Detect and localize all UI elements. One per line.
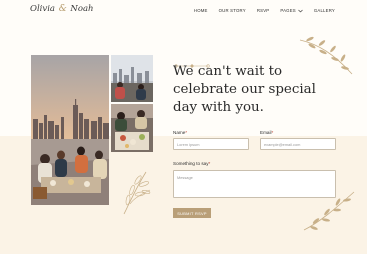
name-label: Name* [173,130,187,135]
photo-picnic-top [111,55,153,102]
message-label-text: Something to say [173,161,209,166]
photo-picnic-food [111,104,153,152]
chevron-down-icon [298,9,303,12]
required-mark: * [208,161,211,166]
nav-label: PAGES [280,8,296,13]
nav-item-rsvp[interactable]: RSVP [257,8,270,13]
name-input[interactable] [173,138,249,150]
logo-second-name: Noah [70,4,94,14]
email-label-text: Email [260,130,272,135]
message-textarea[interactable] [173,170,336,198]
required-mark: * [271,130,274,135]
page-heading: We can't wait to celebrate our special d… [173,64,316,115]
nav-label: RSVP [256,8,270,13]
nav-item-gallery[interactable]: GALLERY [314,8,335,13]
logo-first-name: Olivia [30,4,55,14]
email-input[interactable] [260,138,336,150]
message-label: Something to say* [173,161,210,166]
name-label-text: Name [173,130,186,135]
email-label: Email* [260,130,273,135]
site-logo[interactable]: Olivia & Noah [30,4,94,14]
main-nav: HOME OUR STORY RSVP PAGES GALLERY [194,8,335,13]
nav-label: GALLERY [313,8,335,13]
photo-picnic-skyline [31,55,109,205]
sprig-center-icon [116,168,156,216]
nav-label: HOME [193,8,208,13]
required-mark: * [185,130,188,135]
nav-label: OUR STORY [218,8,246,13]
logo-ampersand: & [58,4,67,14]
nav-item-pages[interactable]: PAGES [280,8,303,13]
nav-item-home[interactable]: HOME [194,8,208,13]
nav-item-our-story[interactable]: OUR STORY [219,8,246,13]
submit-rsvp-button[interactable]: SUBMIT RSVP [173,208,211,218]
